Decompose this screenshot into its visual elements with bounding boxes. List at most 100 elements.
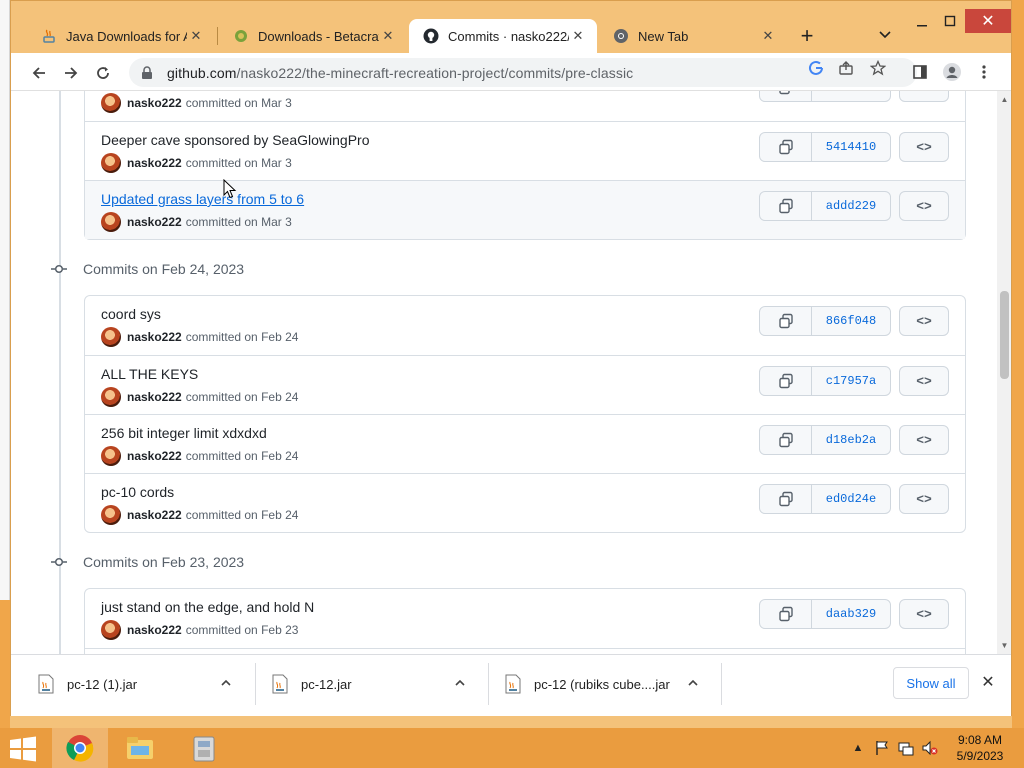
commit-message[interactable]: coord sys [101,306,161,322]
tab-close-icon[interactable]: ✕ [187,27,205,45]
copy-sha-icon[interactable] [760,192,812,220]
share-icon[interactable] [837,59,855,77]
browse-code-icon[interactable]: <> [899,132,949,162]
commit-sha-link[interactable]: ed0d24e [812,485,890,513]
profile-avatar-icon[interactable] [941,61,963,83]
commit-author[interactable]: nasko222 [127,390,182,404]
browser-window: Java Downloads for All ✕ Downloads - Bet… [10,0,1012,716]
kebab-menu-icon[interactable] [973,61,995,83]
tab-title: Downloads - Betacraft [258,28,379,44]
copy-sha-icon[interactable] [760,367,812,395]
minimize-icon[interactable] [907,9,937,33]
download-item[interactable]: pc-12 (rubiks cube....jar [504,655,702,713]
commit-sha-link[interactable]: addd229 [812,192,890,220]
author-avatar[interactable] [101,387,121,407]
show-all-button[interactable]: Show all [893,667,969,699]
download-item[interactable]: pc-12.jar [271,655,469,713]
reload-icon[interactable] [91,61,115,85]
commit-sha-link[interactable]: c17957a [812,367,890,395]
taskbar-chrome-icon[interactable] [52,728,108,768]
copy-sha-icon[interactable] [760,307,812,335]
commit-author[interactable]: nasko222 [127,330,182,344]
tab-new-tab[interactable]: New Tab ✕ [599,19,787,53]
commit-meta: nasko222 committed on Mar 3 [101,93,292,113]
browse-code-icon[interactable]: <> [899,306,949,336]
taskbar-clock[interactable]: 9:08 AM 5/9/2023 [944,732,1016,764]
commit-author[interactable]: nasko222 [127,449,182,463]
bookmark-star-icon[interactable] [869,59,887,77]
tab-search-chevron-icon[interactable] [875,27,895,47]
action-center-flag-icon[interactable] [874,740,890,756]
volume-muted-icon[interactable] [922,740,938,756]
commit-author[interactable]: nasko222 [127,508,182,522]
download-item[interactable]: pc-12 (1).jar [37,655,235,713]
author-avatar[interactable] [101,620,121,640]
commit-message[interactable]: pc-10 cords [101,484,174,500]
copy-sha-icon[interactable] [760,426,812,454]
author-avatar[interactable] [101,446,121,466]
chrome-icon [613,28,629,44]
author-avatar[interactable] [101,212,121,232]
chevron-up-icon[interactable] [217,677,235,692]
browse-code-icon[interactable]: <> [899,425,949,455]
browse-code-icon[interactable]: <> [899,484,949,514]
commit-sha-link[interactable]: d18eb2a [812,426,890,454]
commit-sha-group: 5414410 [759,132,891,162]
page-scrollbar[interactable]: ▲ ▼ [997,91,1011,654]
browse-code-icon[interactable]: <> [899,191,949,221]
close-window-icon[interactable]: ✕ [965,9,1011,33]
commit-date: committed on Feb 24 [185,390,299,404]
commit-sha-link[interactable]: 866f048 [812,307,890,335]
chevron-up-icon[interactable] [451,677,469,692]
windows-start-icon[interactable] [8,736,38,762]
address-bar[interactable]: github.com/nasko222/the-minecraft-recrea… [129,58,917,87]
tab-java-downloads[interactable]: Java Downloads for All ✕ [27,19,215,53]
commit-message[interactable]: just stand on the edge, and hold N [101,599,314,615]
browse-code-icon[interactable]: <> [899,91,949,102]
downloads-separator [488,663,489,705]
scrollbar-thumb[interactable] [1000,291,1009,379]
copy-sha-icon[interactable] [760,133,812,161]
scroll-up-icon[interactable]: ▲ [1000,95,1009,104]
copy-sha-icon[interactable] [760,600,812,628]
commit-author[interactable]: nasko222 [127,215,182,229]
maximize-icon[interactable] [935,9,965,33]
back-arrow-icon[interactable] [27,61,51,85]
author-avatar[interactable] [101,93,121,113]
forward-arrow-icon[interactable] [59,61,83,85]
commit-author[interactable]: nasko222 [127,156,182,170]
new-tab-plus-icon[interactable]: + [795,25,819,49]
copy-sha-icon[interactable] [760,91,812,101]
commit-sha-link[interactable]: daab329 [812,600,890,628]
mouse-cursor-icon [223,179,237,199]
tab-close-icon[interactable]: ✕ [379,27,397,45]
tab-betacraft[interactable]: Downloads - Betacraft ✕ [219,19,407,53]
taskbar-java-icon[interactable] [176,728,232,768]
network-icon[interactable] [898,740,914,756]
browse-code-icon[interactable]: <> [899,366,949,396]
commit-message[interactable]: 256 bit integer limit xdxdxd [101,425,267,441]
tab-close-icon[interactable]: ✕ [759,27,777,45]
commit-message-link[interactable]: Updated grass layers from 5 to 6 [101,191,304,207]
commit-message[interactable]: Deeper cave sponsored by SeaGlowingPro [101,132,370,148]
commit-author[interactable]: nasko222 [127,623,182,637]
tab-close-icon[interactable]: ✕ [569,27,587,45]
tray-overflow-icon[interactable]: ▲ [850,740,866,756]
commit-message[interactable]: ALL THE KEYS [101,366,198,382]
tab-github-commits[interactable]: Commits · nasko222/the ✕ [409,19,597,53]
browse-code-icon[interactable]: <> [899,599,949,629]
taskbar-file-explorer-icon[interactable] [112,728,168,768]
copy-sha-icon[interactable] [760,485,812,513]
chevron-up-icon[interactable] [684,677,702,692]
author-avatar[interactable] [101,327,121,347]
google-lens-icon[interactable] [807,59,825,77]
commit-list-feb-24: coord sys nasko222 committed on Feb 24 8… [84,295,966,533]
commit-author[interactable]: nasko222 [127,96,182,110]
author-avatar[interactable] [101,505,121,525]
commit-sha-link[interactable] [812,91,890,101]
commit-sha-link[interactable]: 5414410 [812,133,890,161]
scroll-down-icon[interactable]: ▼ [1000,641,1009,650]
author-avatar[interactable] [101,153,121,173]
side-panel-icon[interactable] [909,61,931,83]
close-downloads-icon[interactable]: ✕ [977,671,999,693]
